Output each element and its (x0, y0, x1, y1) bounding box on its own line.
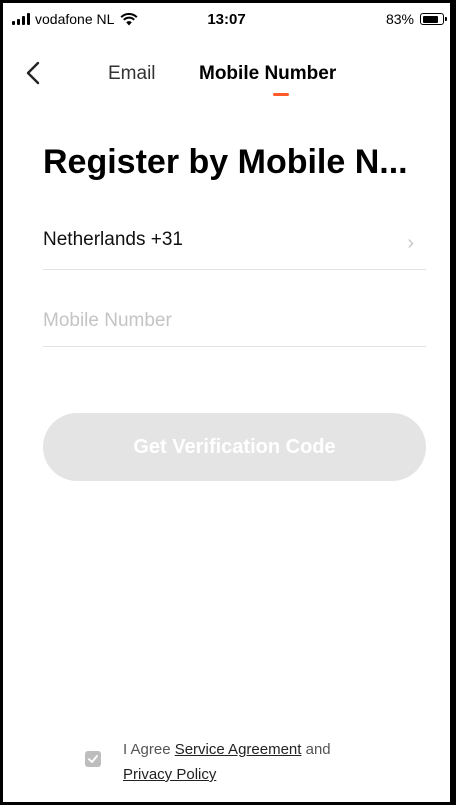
country-selector[interactable]: Netherlands +31 › (43, 223, 426, 270)
privacy-policy-link[interactable]: Privacy Policy (123, 766, 216, 783)
status-right: 83% (385, 11, 447, 27)
top-nav: Email Mobile Number (3, 53, 450, 103)
service-agreement-link[interactable]: Service Agreement (175, 741, 302, 758)
tab-mobile-number[interactable]: Mobile Number (199, 63, 336, 85)
battery-fill (422, 15, 438, 23)
battery-percent: 83% (385, 11, 414, 27)
checkmark-icon (88, 755, 98, 763)
battery-icon (420, 13, 447, 25)
tab-email[interactable]: Email (108, 63, 156, 85)
mobile-number-input[interactable] (43, 302, 426, 340)
agreement-text: I Agree Service Agreement and Privacy Pol… (123, 737, 413, 787)
status-bar: vodafone NL 13:07 83% (3, 3, 450, 37)
page-title: Register by Mobile N... (43, 143, 408, 181)
chevron-right-icon: › (407, 232, 414, 254)
app-screen: vodafone NL 13:07 83% Email Mobile Numbe… (3, 3, 450, 802)
get-verification-code-button[interactable]: Get Verification Code (43, 413, 426, 481)
back-chevron-icon[interactable] (25, 61, 41, 85)
status-time: 13:07 (207, 11, 246, 28)
agree-and: and (301, 741, 331, 758)
agree-checkbox[interactable] (85, 751, 101, 767)
active-tab-indicator (273, 93, 289, 96)
agree-prefix: I Agree (123, 741, 175, 758)
country-label: Netherlands +31 (43, 229, 183, 250)
mobile-number-row (43, 300, 426, 347)
